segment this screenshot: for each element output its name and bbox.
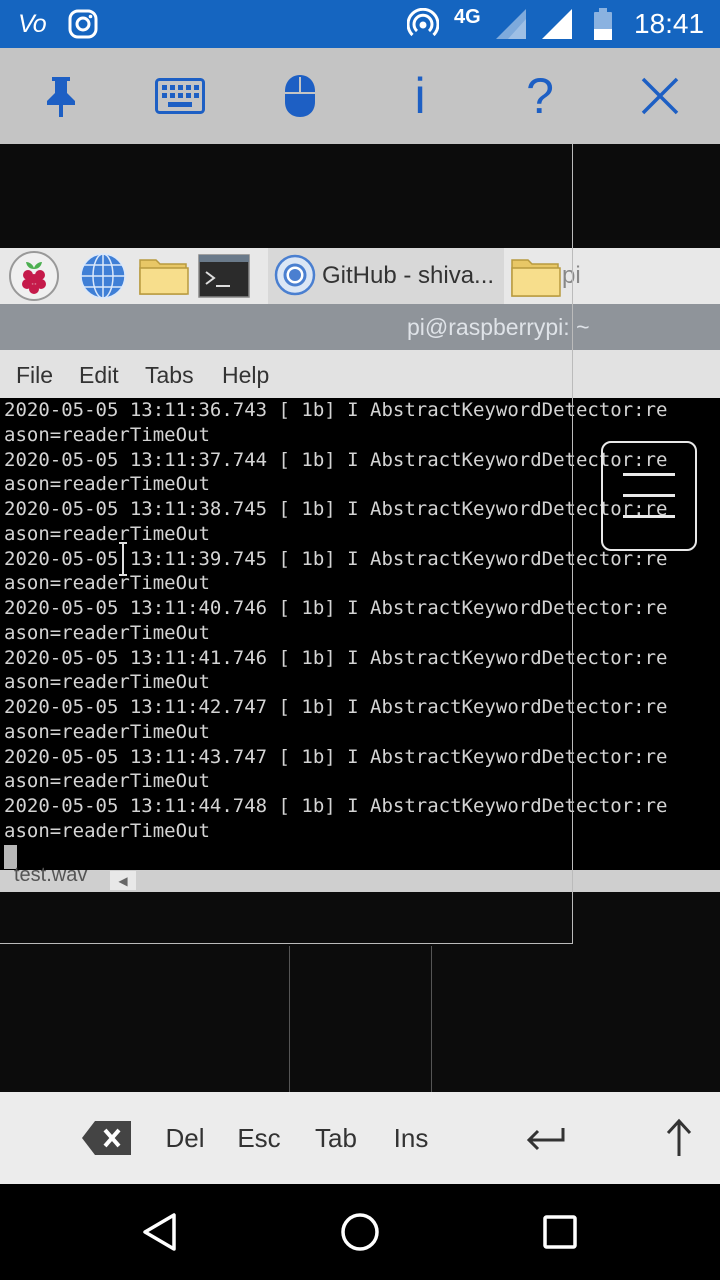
home-icon[interactable] (312, 1184, 408, 1280)
esc-key[interactable]: Esc (230, 1092, 288, 1184)
terminal-line: 2020-05-05 13:11:38.745 [ 1b] I Abstract… (4, 498, 668, 520)
tab-key[interactable]: Tab (307, 1092, 365, 1184)
shift-up-icon[interactable] (648, 1092, 710, 1184)
terminal-title: pi@raspberrypi: ~ (407, 314, 590, 340)
taskbar-folder-window[interactable]: pi (508, 248, 720, 304)
mouse-icon[interactable] (264, 48, 336, 144)
special-keys-bar: Del Esc Tab Ins (0, 1092, 720, 1184)
del-key[interactable]: Del (156, 1092, 214, 1184)
terminal-line: ason=readerTimeOut (4, 820, 210, 842)
terminal-line: ason=readerTimeOut (4, 473, 210, 495)
globe-icon[interactable] (78, 248, 128, 304)
terminal-line: ason=readerTimeOut (4, 770, 210, 792)
terminal-line: 2020-05-05 13:11:36.743 [ 1b] I Abstract… (4, 399, 668, 421)
terminal-icon[interactable] (198, 248, 250, 304)
terminal-line: ason=readerTimeOut (4, 721, 210, 743)
volte-icon: Vo (18, 9, 47, 38)
menu-edit[interactable]: Edit (79, 362, 119, 389)
file-name: test.wav (14, 864, 88, 886)
terminal-line: ason=readerTimeOut (4, 622, 210, 644)
backspace-icon[interactable] (76, 1092, 138, 1184)
battery-icon (593, 0, 613, 48)
terminal-menu-bar: File Edit Tabs Help (0, 350, 720, 398)
recents-icon[interactable] (512, 1184, 608, 1280)
terminal-line: 2020-05-05 13:11:43.747 [ 1b] I Abstract… (4, 746, 668, 768)
raspberry-icon[interactable] (8, 248, 60, 304)
back-icon[interactable] (112, 1184, 208, 1280)
divider (289, 946, 290, 1092)
android-nav-bar (0, 1184, 720, 1280)
chrome-icon (274, 254, 316, 300)
chrome-window-label: GitHub - shiva... (322, 262, 495, 289)
signal-icon (494, 0, 528, 48)
menu-tabs[interactable]: Tabs (145, 362, 194, 389)
folder-window-label: pi (562, 262, 581, 289)
divider (431, 946, 432, 1092)
help-button[interactable]: ? (504, 48, 576, 144)
instagram-icon (68, 0, 98, 48)
menu-icon[interactable] (601, 441, 697, 551)
menu-file[interactable]: File (16, 362, 53, 389)
scroll-left-icon[interactable]: ◀ (110, 871, 136, 890)
status-clock: 18:41 (634, 8, 705, 39)
signal-icon (540, 0, 574, 48)
terminal-title-bar: pi@raspberrypi: ~ (0, 304, 720, 350)
status-bar: Vo 4G 18:41 (0, 0, 720, 48)
taskbar-chrome-window[interactable]: GitHub - shiva... (268, 248, 504, 304)
terminal-line: ason=readerTimeOut (4, 572, 210, 594)
terminal-line: 2020-05-05 13:11:41.746 [ 1b] I Abstract… (4, 647, 668, 669)
terminal-line: 2020-05-05 13:11:37.744 [ 1b] I Abstract… (4, 449, 668, 471)
folder-icon (510, 256, 562, 302)
text-cursor-icon (119, 542, 127, 576)
rpi-taskbar: GitHub - shiva... pi (0, 248, 720, 304)
keyboard-icon[interactable] (144, 48, 216, 144)
pin-icon[interactable] (25, 48, 97, 144)
close-icon[interactable] (624, 48, 696, 144)
file-manager-scrollbar[interactable]: test.wav ◀ (0, 864, 720, 892)
folder-icon[interactable] (138, 248, 190, 304)
info-button[interactable]: i (384, 48, 456, 144)
terminal-line: ason=readerTimeOut (4, 671, 210, 693)
terminal-line: 2020-05-05 13:11:39.745 [ 1b] I Abstract… (4, 548, 668, 570)
hotspot-icon (407, 0, 439, 48)
terminal-line: ason=readerTimeOut (4, 523, 210, 545)
vnc-toolbar: i ? (0, 48, 720, 144)
network-type: 4G (454, 5, 481, 28)
ins-key[interactable]: Ins (382, 1092, 440, 1184)
terminal-line: ason=readerTimeOut (4, 424, 210, 446)
enter-icon[interactable] (514, 1092, 576, 1184)
terminal-line: 2020-05-05 13:11:44.748 [ 1b] I Abstract… (4, 795, 668, 817)
remote-desktop-view[interactable]: GitHub - shiva... pi pi@raspberrypi: ~ F… (0, 144, 720, 1092)
terminal-line: 2020-05-05 13:11:40.746 [ 1b] I Abstract… (4, 597, 668, 619)
terminal-line: 2020-05-05 13:11:42.747 [ 1b] I Abstract… (4, 696, 668, 718)
menu-help[interactable]: Help (222, 362, 269, 389)
